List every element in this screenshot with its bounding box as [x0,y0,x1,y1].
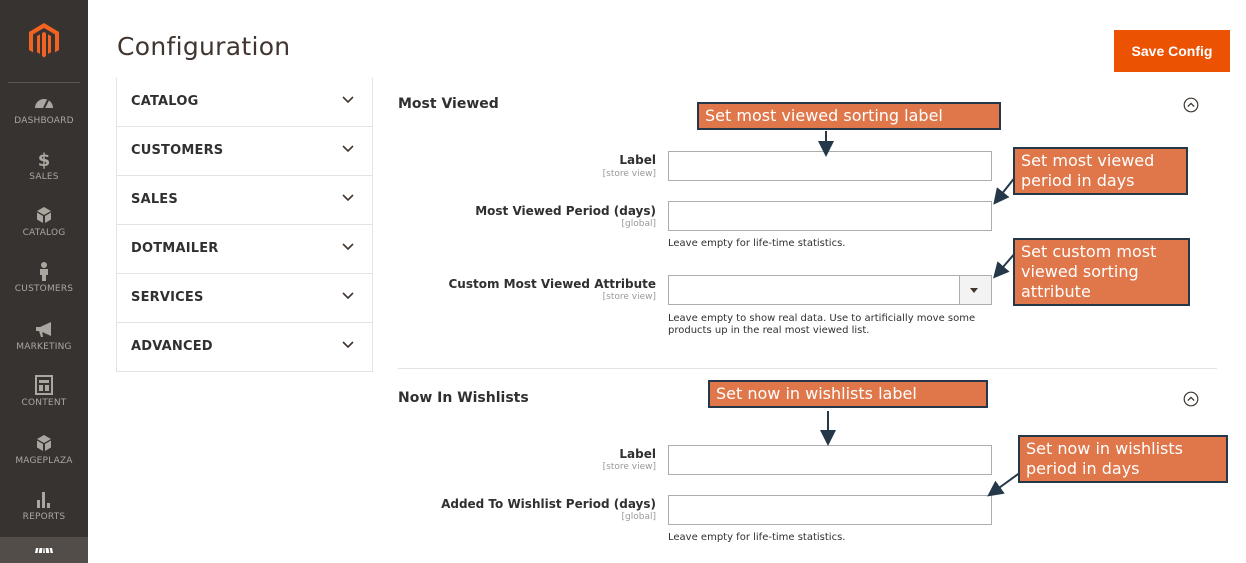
tab-label: DOTMAILER [131,241,219,256]
nav-label: CUSTOMERS [14,284,74,294]
callout-most-viewed-label: Set most viewed sorting label [697,102,1001,130]
tab-label: CUSTOMERS [131,143,224,158]
arrow-nw-period [987,471,1022,497]
mv-attribute-scope: [store view] [602,292,656,302]
nav-sales[interactable]: $ SALES [0,148,88,204]
callout-now-in-wishlists-label: Set now in wishlists label [708,380,988,408]
mv-attribute-note: Leave empty to show real data. Use to ar… [668,313,976,336]
chevron-down-icon [342,194,354,202]
callout-now-in-wishlists-period: Set now in wishlists period in days [1018,435,1228,483]
tab-label: CATALOG [131,94,199,109]
bar-chart-icon [37,492,50,508]
nav-label: MARKETING [16,342,72,352]
nav-customers[interactable]: CUSTOMERS [0,260,88,316]
box-icon [37,207,51,223]
mv-period-field-label: Most Viewed Period (days) [475,204,656,218]
most-viewed-period-input[interactable] [668,201,992,231]
nav-label: CONTENT [21,398,67,408]
nav-catalog[interactable]: CATALOG [0,204,88,260]
tab-catalog[interactable]: CATALOG [117,78,372,126]
magento-logo-icon[interactable] [29,23,59,59]
nav-marketing[interactable]: MARKETING [0,318,88,374]
mv-label-field-label: Label [619,153,656,167]
nw-period-note: Leave empty for life-time statistics. [668,532,846,543]
nav-stores[interactable] [0,537,88,563]
nav-label: REPORTS [22,512,66,522]
most-viewed-label-input[interactable] [668,151,992,181]
mv-attribute-field-label: Custom Most Viewed Attribute [448,277,656,291]
nav-label: CATALOG [22,228,66,238]
nav-label: SALES [29,172,59,182]
nw-label-scope: [store view] [602,462,656,472]
select-toggle[interactable] [959,276,991,304]
save-config-button[interactable]: Save Config [1114,30,1230,72]
admin-sidebar: DASHBOARD $ SALES CATALOG CUSTOMERS MARK… [0,0,88,563]
logo-divider [8,82,80,83]
section-title-most-viewed[interactable]: Most Viewed [398,96,499,112]
caret-down-icon [970,288,978,293]
page-title: Configuration [117,32,291,61]
collapse-circle-icon[interactable] [1183,391,1199,407]
chevron-down-icon [342,292,354,300]
dollar-icon: $ [38,150,51,170]
dashboard-gauge-icon [35,99,53,109]
config-tabs: CATALOG CUSTOMERS SALES DOTMAILER SERVIC… [116,78,373,372]
layout-icon [35,375,53,395]
box-icon [37,435,51,451]
nav-label: DASHBOARD [14,116,74,126]
chevron-down-icon [342,145,354,153]
nw-label-field-label: Label [619,447,656,461]
nav-content[interactable]: CONTENT [0,374,88,430]
tab-dotmailer[interactable]: DOTMAILER [117,224,372,273]
section-divider [398,368,1217,369]
tab-advanced[interactable]: ADVANCED [117,322,372,371]
svg-text:$: $ [38,150,51,170]
custom-most-viewed-attribute-select[interactable] [668,275,992,305]
tab-label: SALES [131,192,178,207]
added-to-wishlist-period-input[interactable] [668,495,992,525]
chevron-down-icon [342,243,354,251]
collapse-circle-icon[interactable] [1183,97,1199,113]
nw-period-scope: [global] [621,512,656,522]
callout-most-viewed-period: Set most viewed period in days [1013,147,1188,195]
nav-dashboard[interactable]: DASHBOARD [0,92,88,148]
now-in-wishlists-label-input[interactable] [668,445,992,475]
chevron-down-icon [342,341,354,349]
megaphone-icon [36,322,51,337]
mv-period-note: Leave empty for life-time statistics. [668,238,846,249]
nav-reports[interactable]: REPORTS [0,488,88,544]
mv-period-scope: [global] [621,219,656,229]
tab-services[interactable]: SERVICES [117,273,372,322]
tab-customers[interactable]: CUSTOMERS [117,126,372,175]
nw-period-field-label: Added To Wishlist Period (days) [441,497,656,511]
tab-sales[interactable]: SALES [117,175,372,224]
store-awning-icon [35,547,53,554]
chevron-down-icon [342,96,354,104]
tab-label: SERVICES [131,290,204,305]
nav-mageplaza[interactable]: MAGEPLAZA [0,432,88,488]
callout-most-viewed-attribute: Set custom most viewed sorting attribute [1013,238,1190,306]
tab-label: ADVANCED [131,339,213,354]
person-icon [40,262,48,281]
section-title-now-in-wishlists[interactable]: Now In Wishlists [398,390,529,406]
mv-label-scope: [store view] [602,169,656,179]
nav-label: MAGEPLAZA [15,456,73,466]
